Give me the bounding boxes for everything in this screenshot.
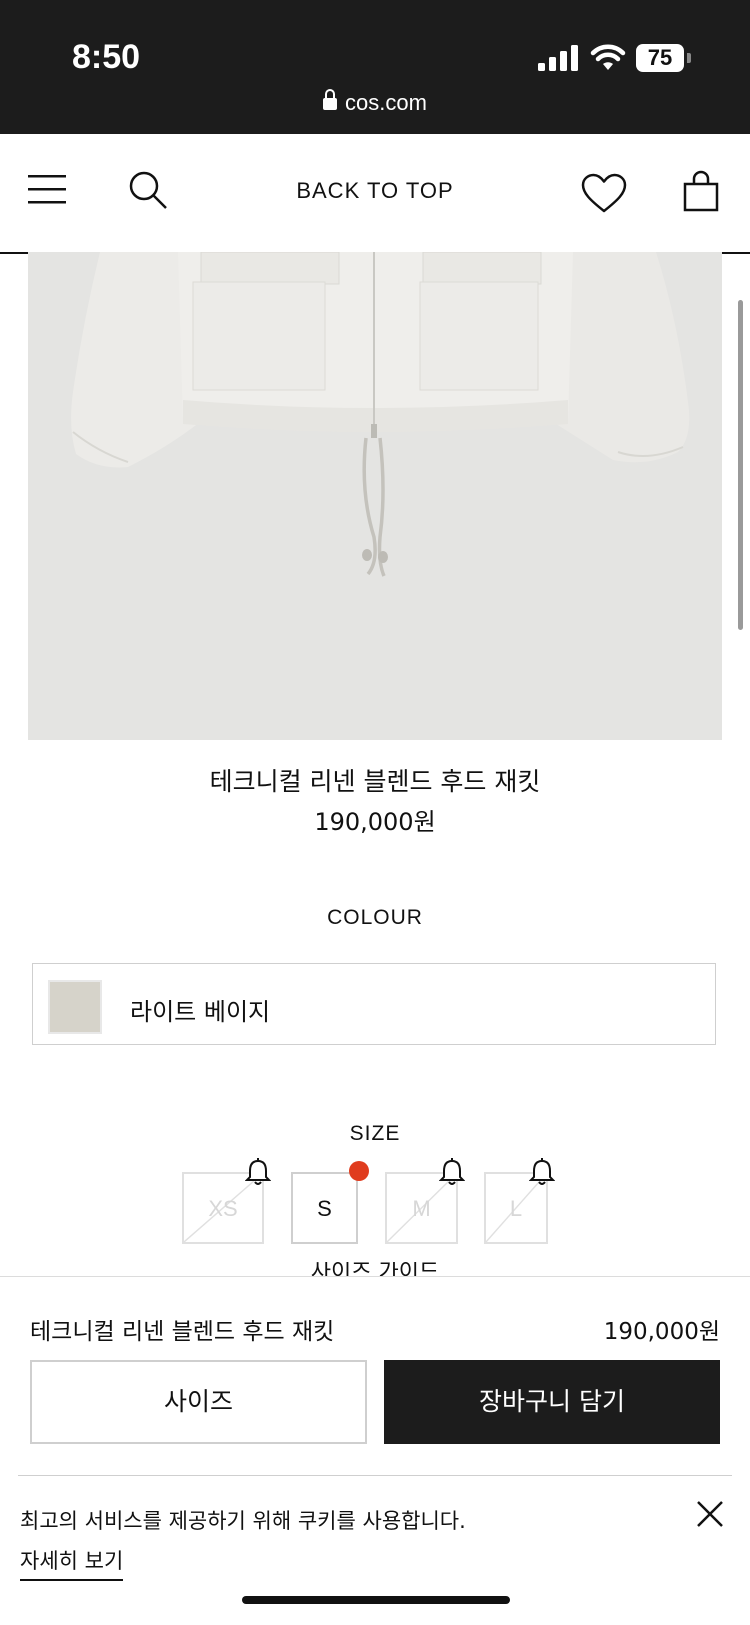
product-name: 테크니컬 리넨 블렌드 후드 재킷 [209, 767, 541, 796]
address-bar[interactable]: cos.com [0, 89, 750, 116]
sticky-product-price: 190,000원 [603, 1319, 720, 1345]
size-guide-label: 사이즈 가이드 [310, 1262, 440, 1276]
bell-icon[interactable] [245, 1158, 271, 1186]
shopping-bag-icon[interactable] [683, 170, 719, 212]
lock-icon [323, 89, 338, 110]
bell-icon[interactable] [439, 1158, 465, 1186]
home-indicator[interactable] [242, 1596, 510, 1604]
size-label: L [509, 1196, 523, 1221]
battery-cap [687, 53, 691, 63]
divider [18, 1475, 732, 1476]
size-label: M [412, 1196, 431, 1221]
size-label: S [317, 1196, 332, 1221]
colour-name: 라이트 베이지 [130, 998, 271, 1026]
back-to-top-link[interactable]: BACK TO TOP [0, 178, 750, 204]
status-time: 8:50 [72, 38, 141, 76]
heart-icon[interactable] [580, 172, 628, 214]
selected-size-indicator [349, 1161, 369, 1181]
size-guide-link[interactable]: 사이즈 가이드 [0, 1262, 750, 1276]
url-text: cos.com [345, 90, 427, 115]
close-icon[interactable] [696, 1500, 724, 1528]
add-to-cart-button[interactable]: 장바구니 담기 [384, 1360, 720, 1444]
cellular-signal-icon [538, 45, 578, 71]
size-label: XS [208, 1196, 238, 1221]
size-heading: SIZE [349, 1122, 401, 1145]
bell-icon[interactable] [529, 1158, 555, 1186]
cookie-details-link[interactable]: 자세히 보기 [20, 1545, 124, 1581]
colour-swatch[interactable] [48, 980, 102, 1034]
wifi-icon [590, 44, 626, 70]
size-option-s[interactable]: S [291, 1172, 358, 1244]
select-size-button[interactable]: 사이즈 [30, 1360, 367, 1444]
sticky-product-name: 테크니컬 리넨 블렌드 후드 재킷 [30, 1319, 335, 1345]
product-price: 190,000원 [314, 808, 436, 836]
colour-heading: COLOUR [327, 906, 423, 929]
battery-level: 75 [647, 45, 673, 70]
cookie-notice-text: 최고의 서비스를 제공하기 위해 쿠키를 사용합니다. [20, 1509, 466, 1533]
jacket-illustration [71, 252, 690, 577]
page-scrollbar[interactable] [738, 300, 743, 630]
product-image[interactable] [28, 252, 722, 740]
battery-icon: 75 [636, 44, 684, 72]
